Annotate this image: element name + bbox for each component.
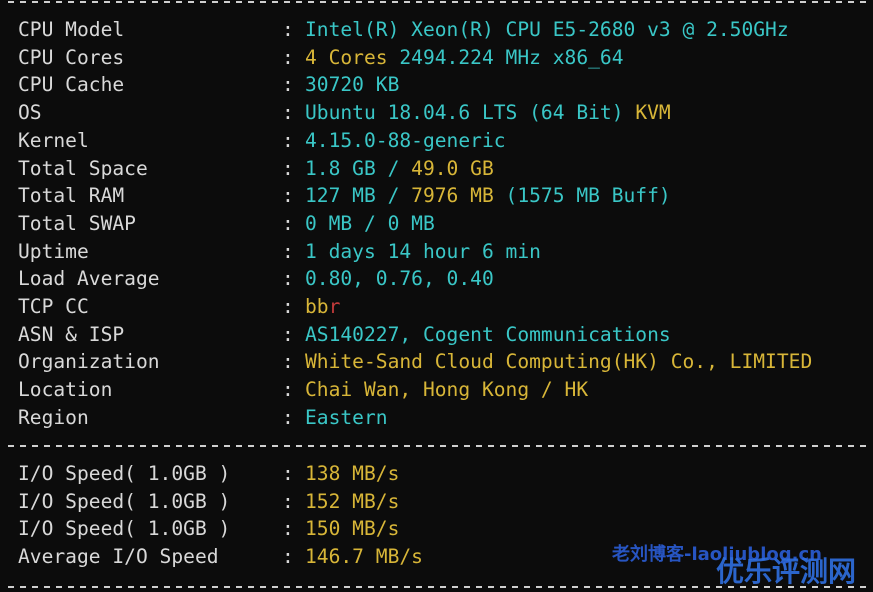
row-value: 4.15.0-88-generic [305, 128, 506, 154]
row-label: Uptime [18, 239, 89, 263]
row-separator: : [282, 128, 294, 152]
value-segment: Intel(R) Xeon(R) CPU E5-2680 v3 @ 2.50GH… [305, 18, 789, 41]
value-segment: 127 MB / [305, 184, 412, 208]
value-segment: 1.8 GB / [305, 156, 412, 180]
row-separator: : [282, 101, 294, 125]
row-value: 0 MB / 0 MB [305, 211, 435, 237]
row-value: bbr [305, 294, 340, 320]
row-label: Load Average [18, 267, 160, 291]
value-segment: 30720 KB [305, 73, 400, 97]
row-label: OS [18, 101, 42, 125]
row-value: 138 MB/s [305, 461, 399, 487]
row-label: Kernel [18, 128, 89, 152]
row-label: Location [18, 378, 113, 402]
row-label: Average I/O Speed [18, 545, 219, 569]
watermark-site-name: 优乐评测网 [716, 555, 857, 588]
value-segment: r [328, 295, 341, 318]
value-segment: 138 MB/s [305, 462, 400, 485]
row-label: Total SWAP [18, 211, 136, 235]
value-segment: KVM [635, 101, 671, 125]
row-separator: : [282, 184, 294, 208]
row-label: ASN & ISP [18, 322, 125, 346]
row-value: White-Sand Cloud Computing(HK) Co., LIMI… [305, 349, 812, 375]
row-label: TCP CC [18, 295, 89, 318]
row-separator: : [282, 545, 294, 569]
row-separator: : [282, 18, 294, 41]
row-separator: : [282, 378, 294, 402]
row-label: Total RAM [18, 184, 125, 208]
value-segment: Eastern [305, 405, 388, 429]
top-separator-line [8, 1, 870, 3]
value-segment: 150 MB/s [305, 517, 400, 541]
row-value: Ubuntu 18.04.6 LTS (64 Bit) KVM [305, 100, 671, 126]
row-value: Eastern [305, 405, 388, 431]
value-segment: (1575 MB Buff) [505, 184, 671, 208]
value-segment: 4.15.0-88-generic [305, 128, 506, 152]
row-separator: : [282, 156, 294, 180]
value-segment: 49.0 GB [411, 156, 494, 180]
value-segment: 0 MB / 0 MB [305, 211, 435, 235]
row-separator: : [282, 211, 294, 235]
value-segment: 7976 MB [411, 184, 506, 208]
row-label: CPU Model [18, 18, 125, 41]
row-value: 1.8 GB / 49.0 GB [305, 156, 494, 182]
row-value: 1 days 14 hour 6 min [305, 239, 541, 265]
value-segment: 2494.224 MHz x86_64 [399, 45, 624, 69]
row-separator: : [282, 239, 294, 263]
row-separator: : [282, 517, 294, 541]
row-separator: : [282, 45, 294, 69]
middle-separator-line [8, 445, 870, 447]
row-label: I/O Speed( 1.0GB ) [18, 462, 231, 485]
row-value: Intel(R) Xeon(R) CPU E5-2680 v3 @ 2.50GH… [305, 17, 789, 43]
value-segment: 4 Cores [305, 45, 400, 69]
row-separator: : [282, 489, 294, 513]
row-label: Region [18, 405, 89, 429]
value-segment: 152 MB/s [305, 489, 400, 513]
row-label: I/O Speed( 1.0GB ) [18, 517, 231, 541]
value-segment: AS140227, Cogent Communications [305, 322, 671, 346]
row-separator: : [282, 405, 294, 429]
value-segment: bb [305, 295, 329, 318]
row-value: 150 MB/s [305, 516, 399, 542]
value-segment: 0.80, 0.76, 0.40 [305, 267, 494, 291]
row-value: 4 Cores 2494.224 MHz x86_64 [305, 45, 624, 71]
row-separator: : [282, 350, 294, 374]
value-segment: Chai Wan, Hong Kong / HK [305, 378, 589, 402]
row-separator: : [282, 322, 294, 346]
row-label: I/O Speed( 1.0GB ) [18, 489, 231, 513]
value-segment: 1 days 14 hour 6 min [305, 239, 541, 263]
row-value: 146.7 MB/s [305, 544, 423, 570]
row-separator: : [282, 295, 294, 318]
value-segment: Ubuntu 18.04.6 LTS (64 Bit) [305, 101, 636, 125]
row-value: Chai Wan, Hong Kong / HK [305, 377, 588, 403]
value-segment: 146.7 MB/s [305, 545, 423, 569]
row-separator: : [282, 73, 294, 97]
row-separator: : [282, 267, 294, 291]
row-value: 30720 KB [305, 72, 399, 98]
row-separator: : [282, 462, 294, 485]
row-label: CPU Cores [18, 45, 125, 69]
row-value: 152 MB/s [305, 489, 399, 515]
row-value: 0.80, 0.76, 0.40 [305, 266, 494, 292]
row-value: 127 MB / 7976 MB (1575 MB Buff) [305, 183, 671, 209]
row-value: AS140227, Cogent Communications [305, 322, 671, 348]
row-label: Total Space [18, 156, 148, 180]
row-label: Organization [18, 350, 160, 374]
value-segment: White-Sand Cloud Computing(HK) Co., LIMI… [305, 350, 813, 374]
row-label: CPU Cache [18, 73, 125, 97]
